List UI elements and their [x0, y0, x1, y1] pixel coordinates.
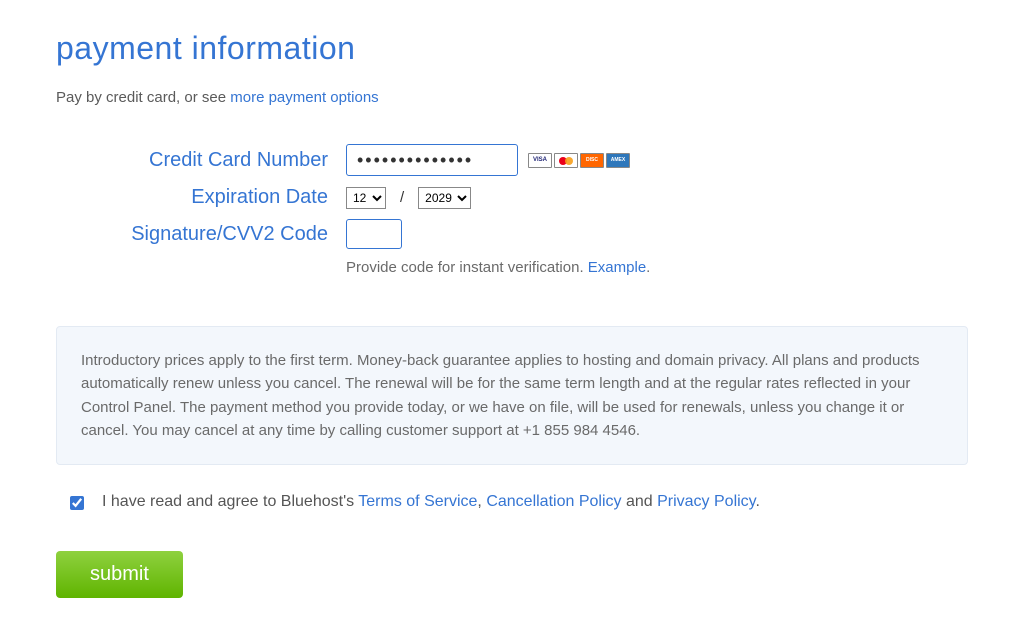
expiration-month-select[interactable]: 12	[346, 187, 386, 209]
agree-suffix: .	[755, 493, 759, 510]
amex-icon: AMEX	[606, 153, 630, 168]
cvv-helper-suffix: .	[646, 259, 650, 276]
label-expiration: Expiration Date	[56, 186, 346, 209]
row-cvv: Signature/CVV2 Code	[56, 219, 968, 249]
renewal-notice: Introductory prices apply to the first t…	[56, 326, 968, 465]
payment-subline: Pay by credit card, or see more payment …	[56, 89, 968, 106]
cvv-example-link[interactable]: Example	[588, 259, 646, 276]
subline-text: Pay by credit card, or see	[56, 89, 230, 106]
privacy-policy-link[interactable]: Privacy Policy	[657, 493, 755, 510]
terms-agree-row: I have read and agree to Bluehost's Term…	[56, 493, 968, 511]
visa-icon: VISA	[528, 153, 552, 168]
row-card-number: Credit Card Number VISA DISC AMEX	[56, 144, 968, 176]
mastercard-icon	[554, 153, 578, 168]
agree-sep1: ,	[477, 493, 486, 510]
terms-of-service-link[interactable]: Terms of Service	[358, 493, 477, 510]
card-brand-logos: VISA DISC AMEX	[528, 153, 630, 168]
cancellation-policy-link[interactable]: Cancellation Policy	[486, 493, 621, 510]
page-title: payment information	[56, 30, 968, 67]
cvv-helper: Provide code for instant verification. E…	[346, 259, 650, 276]
cvv-helper-text: Provide code for instant verification.	[346, 259, 588, 276]
expiration-year-select[interactable]: 2029	[418, 187, 471, 209]
discover-icon: DISC	[580, 153, 604, 168]
cvv-input[interactable]	[346, 219, 402, 249]
agree-sep2: and	[622, 493, 658, 510]
row-expiration: Expiration Date 12 / 2029	[56, 186, 968, 209]
card-number-input[interactable]	[346, 144, 518, 176]
expiration-separator: /	[400, 189, 404, 206]
label-cvv: Signature/CVV2 Code	[56, 223, 346, 246]
label-card-number: Credit Card Number	[56, 149, 346, 172]
submit-button[interactable]: submit	[56, 551, 183, 598]
cvv-helper-row: Provide code for instant verification. E…	[56, 259, 968, 276]
agree-checkbox[interactable]	[70, 496, 84, 510]
agree-prefix: I have read and agree to Bluehost's	[102, 493, 358, 510]
more-payment-options-link[interactable]: more payment options	[230, 89, 378, 106]
agree-text: I have read and agree to Bluehost's Term…	[102, 493, 760, 511]
